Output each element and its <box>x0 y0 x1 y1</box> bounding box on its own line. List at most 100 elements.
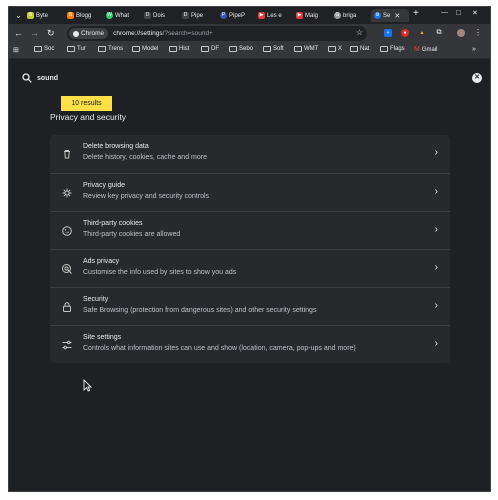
apps-grid-icon[interactable]: ⊞ <box>13 46 19 54</box>
bookmark-star-icon[interactable]: ☆ <box>356 28 363 37</box>
pipep-favicon-icon: P <box>220 12 227 19</box>
row-title: Security <box>83 296 109 303</box>
bookmark-label: Sebo <box>239 46 254 52</box>
back-icon[interactable]: ← <box>14 28 23 38</box>
address-bar[interactable]: Chrome chrome://settings /?search=sound+… <box>67 26 367 41</box>
bookmark-label: Flags <box>390 46 405 52</box>
search-input[interactable]: sound <box>37 75 58 82</box>
close-tab-icon[interactable]: ✕ <box>394 12 400 20</box>
minimize-icon[interactable]: — <box>441 9 448 16</box>
tab-label: Byte <box>36 12 49 19</box>
chevron-right-icon: › <box>434 338 438 349</box>
folder-icon <box>132 46 140 52</box>
bookmark-folder[interactable]: Tur <box>67 46 86 52</box>
settings-search[interactable]: sound <box>22 73 58 83</box>
bookmark-folder[interactable]: X <box>328 46 342 52</box>
browser-window: ⌄ B Byte B Blogg W What D Dois D Pipe P … <box>8 6 491 492</box>
bookmark-label: Trens <box>108 46 124 52</box>
bookmark-label: Hist <box>179 46 190 52</box>
bookmark-folder[interactable]: Nat <box>350 46 369 52</box>
bookmark-folder[interactable]: Flags <box>380 46 405 52</box>
row-security[interactable]: Security Safe Browsing (protection from … <box>50 287 450 325</box>
row-site-settings[interactable]: Site settings Controls what information … <box>50 325 450 363</box>
tab-label: What <box>115 12 130 19</box>
bookmark-folder[interactable]: Soc <box>34 46 54 52</box>
tab-search-icon[interactable]: ⌄ <box>13 10 24 21</box>
extension-triangle-icon[interactable]: ▲ <box>418 29 426 37</box>
tab-label: Blogg <box>76 12 92 19</box>
row-subtitle: Customise the info used by sites to show… <box>83 269 237 276</box>
bookmark-folder[interactable]: WMT <box>294 46 318 52</box>
bookmark-folder[interactable]: Soft <box>263 46 284 52</box>
folder-icon <box>34 46 42 52</box>
tab-blogger[interactable]: B Blogg <box>67 9 101 22</box>
folder-icon <box>380 46 388 52</box>
folder-icon <box>263 46 271 52</box>
more-menu-icon[interactable]: ⋮ <box>474 29 482 37</box>
trash-icon <box>64 150 70 159</box>
bookmark-folder[interactable]: Sebo <box>229 46 253 52</box>
clear-search-icon[interactable]: ✕ <box>472 73 482 83</box>
bookmark-gmail[interactable]: M Gmail <box>414 46 438 53</box>
folder-icon <box>98 46 106 52</box>
bookmark-label: WMT <box>304 46 319 52</box>
row-privacy-guide[interactable]: Privacy guide Review key privacy and sec… <box>50 173 450 211</box>
tab-byte[interactable]: B Byte <box>27 9 63 22</box>
privacy-guide-icon <box>62 188 72 198</box>
sliders-icon <box>62 340 72 350</box>
bookmark-label: Soc <box>44 46 55 52</box>
row-ads-privacy[interactable]: Ads privacy Customise the info used by s… <box>50 249 450 287</box>
maximize-icon[interactable]: □ <box>456 8 461 17</box>
avatar[interactable] <box>457 29 465 37</box>
folder-icon <box>350 46 358 52</box>
row-title: Third-party cookies <box>83 220 143 227</box>
bookmark-folder[interactable]: Model <box>132 46 158 52</box>
extension-shield-icon[interactable]: ● <box>401 29 409 37</box>
search-icon <box>22 73 32 83</box>
tab-briga[interactable]: G briga <box>334 9 368 22</box>
tab-whatsapp[interactable]: W What <box>106 9 138 22</box>
results-badge: 10 results <box>61 96 112 111</box>
more-bookmarks-icon[interactable]: » <box>472 46 476 53</box>
extension-plus-icon[interactable]: + <box>384 29 392 37</box>
lock-icon <box>63 302 71 312</box>
settings-page: sound ✕ 10 results Privacy and security … <box>9 59 490 491</box>
tab-dois[interactable]: D Dois <box>144 9 176 22</box>
dois-favicon-icon: D <box>144 12 151 19</box>
gmail-icon: M <box>414 46 420 53</box>
tab-les[interactable]: ▶ Les e <box>258 9 290 22</box>
tab-label: briga <box>343 12 357 19</box>
row-third-party-cookies[interactable]: Third-party cookies Third-party cookies … <box>50 211 450 249</box>
new-tab-icon[interactable]: + <box>413 8 419 19</box>
tab-settings[interactable]: ⚙ Se ✕ <box>371 9 409 22</box>
reload-icon[interactable]: ↻ <box>47 28 55 38</box>
extensions-puzzle-icon[interactable]: ⧉ <box>435 29 443 37</box>
chevron-right-icon: › <box>434 262 438 273</box>
chrome-chip[interactable]: Chrome <box>69 28 109 39</box>
chip-label: Chrome <box>81 30 105 37</box>
bookmarks-bar: ⊞ Soc Tur Trens Model Hist DF Sebo Soft … <box>9 43 490 59</box>
forward-icon[interactable]: → <box>30 28 39 38</box>
row-subtitle: Delete history, cookies, cache and more <box>83 154 207 161</box>
bookmark-folder[interactable]: Hist <box>169 46 189 52</box>
tab-pipe[interactable]: D Pipe <box>182 9 214 22</box>
close-window-icon[interactable]: ✕ <box>472 9 478 17</box>
url-host: chrome://settings <box>113 30 163 37</box>
row-title: Site settings <box>83 334 122 341</box>
privacy-security-card: Delete browsing data Delete history, coo… <box>50 135 450 363</box>
bookmark-label: Model <box>142 46 159 52</box>
youtube-favicon-icon: ▶ <box>258 12 265 19</box>
tab-label: Les e <box>267 12 282 19</box>
tab-maig[interactable]: ▶ Maig <box>296 9 328 22</box>
tab-pipep[interactable]: P PipeP <box>220 9 252 22</box>
pipe-favicon-icon: D <box>182 12 189 19</box>
bookmark-folder[interactable]: DF <box>201 46 219 52</box>
row-title: Ads privacy <box>83 258 120 265</box>
tab-label: Dois <box>153 12 166 19</box>
chevron-right-icon: › <box>434 300 438 311</box>
row-delete-browsing-data[interactable]: Delete browsing data Delete history, coo… <box>50 135 450 173</box>
url-path: /?search=sound+ <box>162 30 213 37</box>
toolbar: ← → ↻ Chrome chrome://settings /?search=… <box>9 24 490 43</box>
folder-icon <box>328 46 336 52</box>
bookmark-folder[interactable]: Trens <box>98 46 123 52</box>
